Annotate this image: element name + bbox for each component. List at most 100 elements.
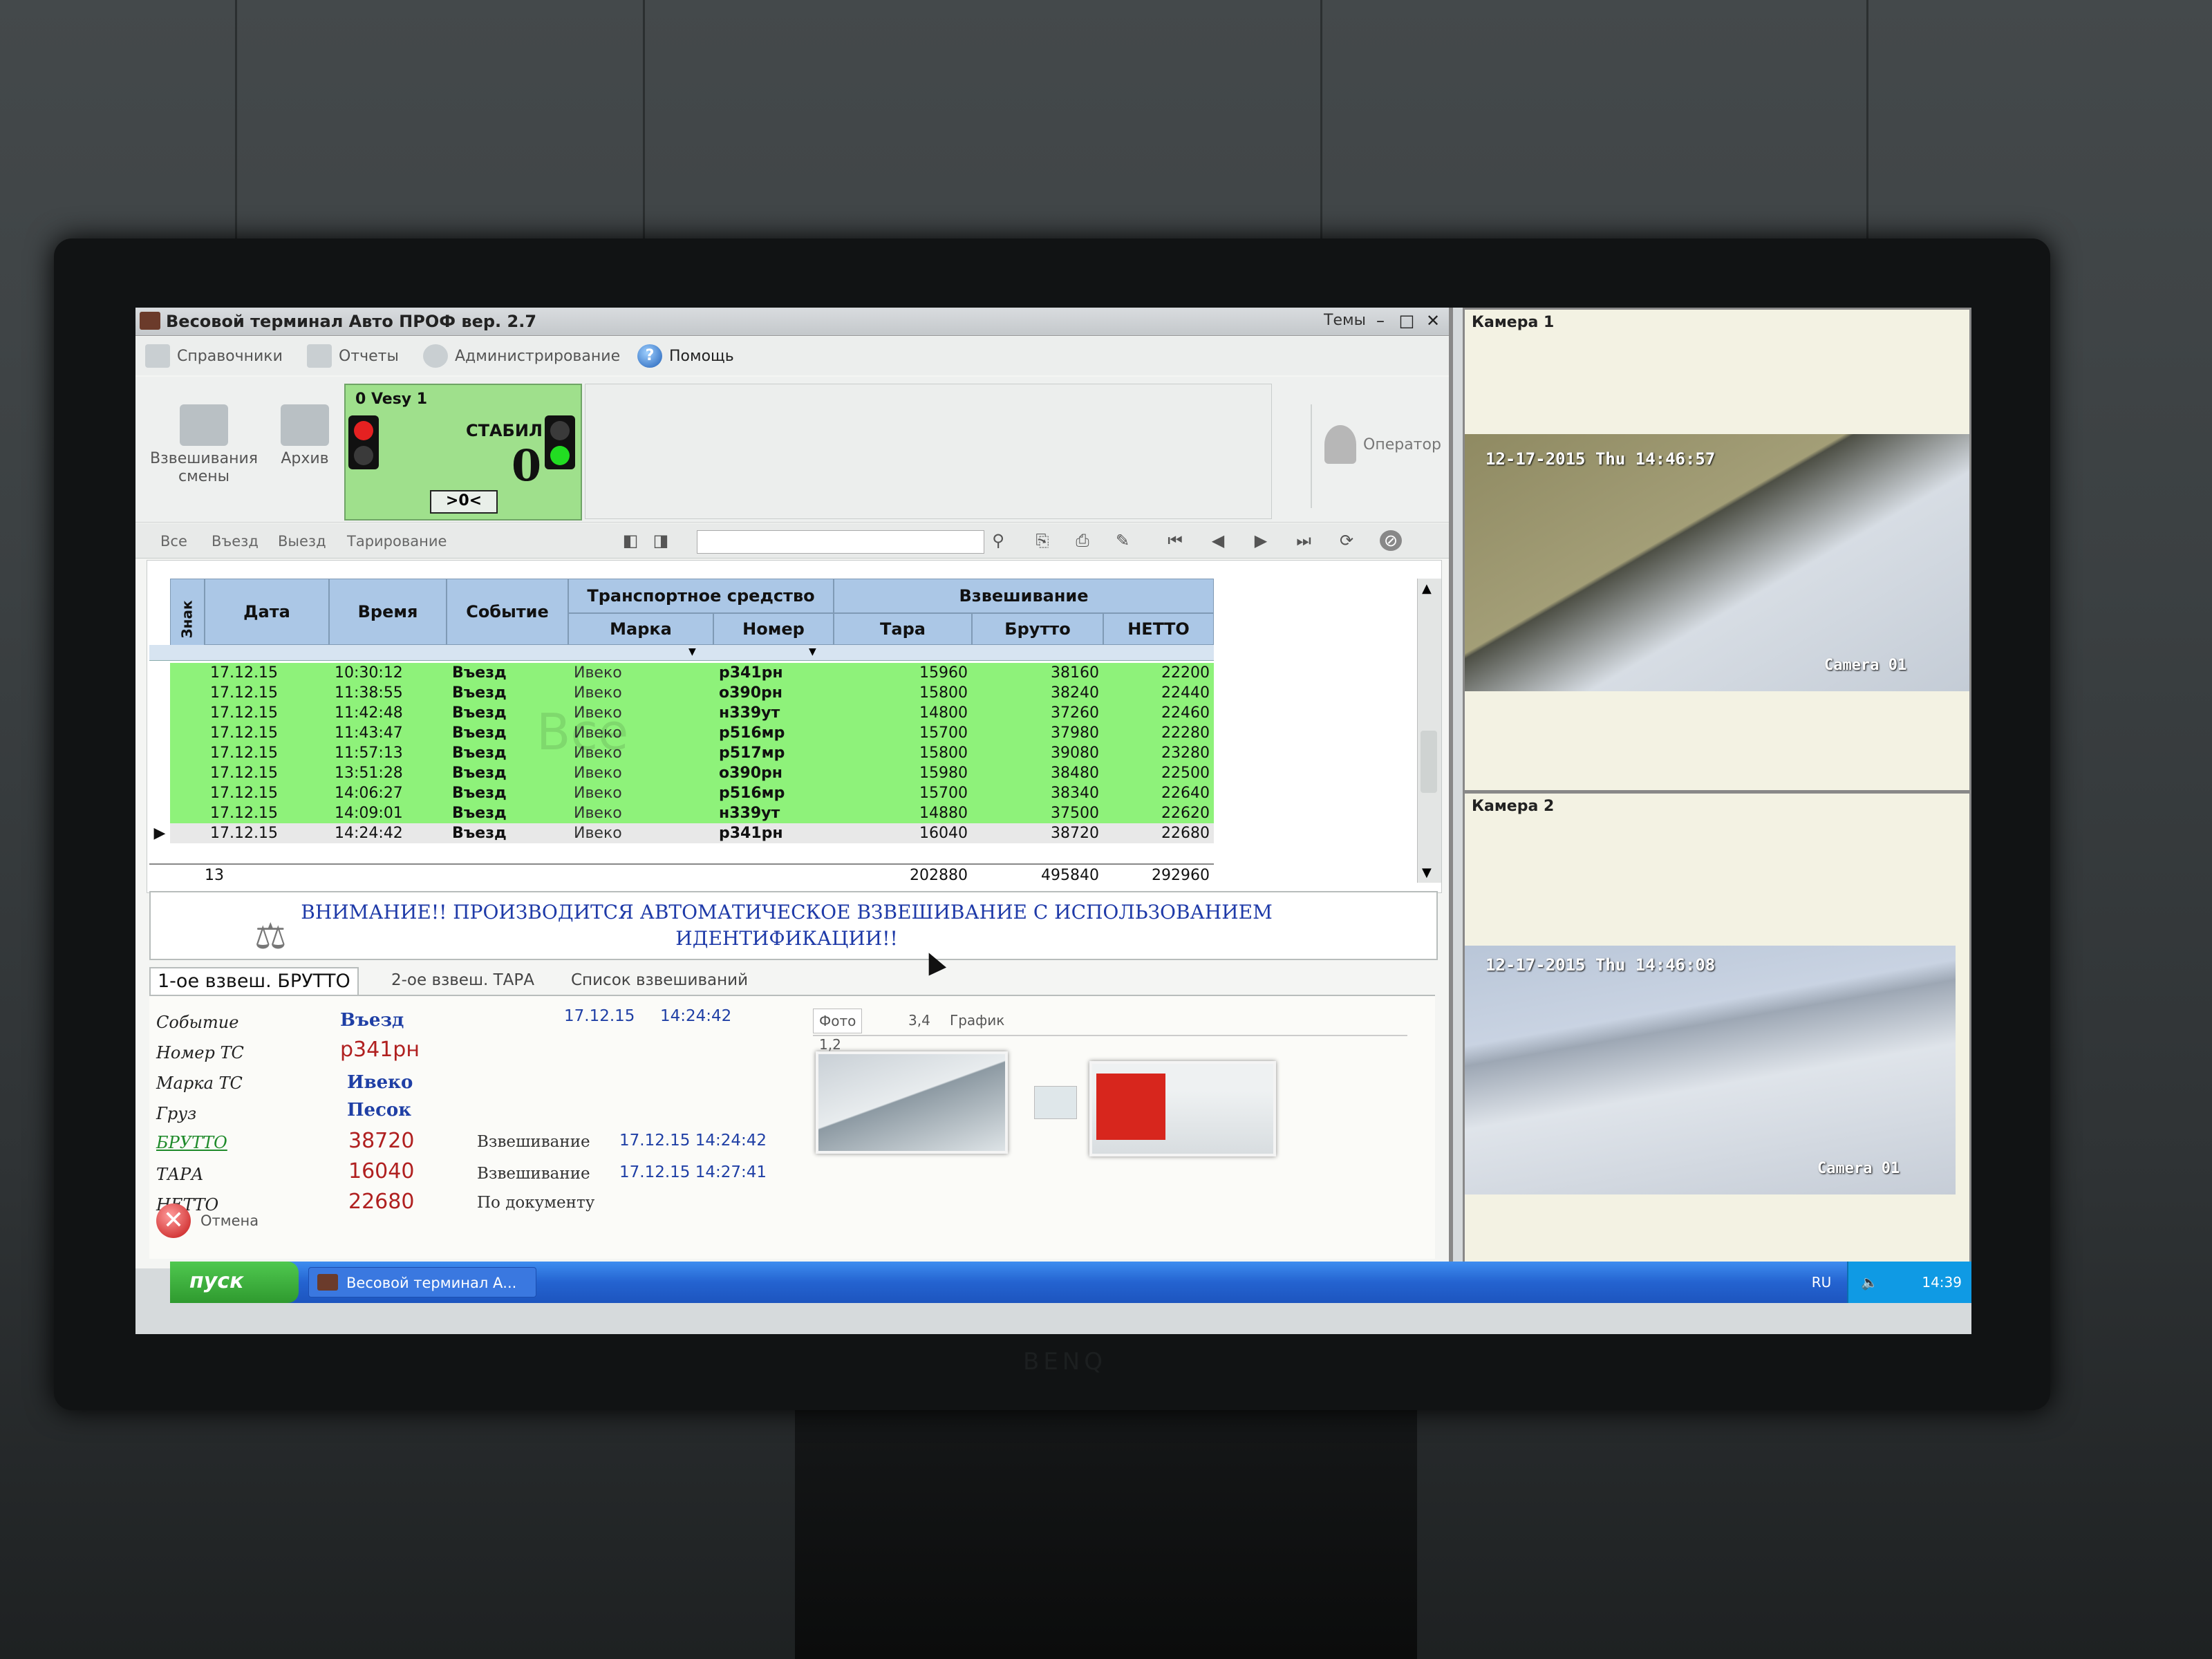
- tab-graph[interactable]: График: [944, 1009, 1010, 1032]
- themes-menu[interactable]: Темы: [1324, 312, 1366, 329]
- filter-row: ▼ ▼: [149, 645, 1214, 661]
- tab-second-tare[interactable]: 2-ое взвеш. ТАРА: [384, 967, 541, 993]
- col-tare-header[interactable]: Тара: [834, 613, 972, 645]
- cell-brand: Ивеко: [574, 684, 622, 702]
- tab-first-gross[interactable]: 1-ое взвеш. БРУТТО: [149, 967, 359, 995]
- row-selector[interactable]: [149, 683, 170, 703]
- grid-watermark: Все: [536, 703, 629, 761]
- scroll-thumb[interactable]: [1421, 731, 1437, 793]
- close-button[interactable]: ✕: [1423, 310, 1443, 331]
- print-icon[interactable]: ⎙: [1071, 530, 1094, 551]
- row-selector[interactable]: [149, 723, 170, 743]
- col-net-header[interactable]: НЕТТО: [1103, 613, 1214, 645]
- search-input[interactable]: [697, 530, 984, 554]
- scroll-up-icon[interactable]: ▲: [1422, 581, 1432, 596]
- prev-record-icon[interactable]: ◀: [1207, 530, 1229, 551]
- search-icon[interactable]: ⚲: [987, 530, 1009, 551]
- first-record-icon[interactable]: ⏮: [1164, 530, 1186, 551]
- last-record-icon[interactable]: ⏭: [1293, 530, 1315, 551]
- off-lamp-icon: [550, 421, 570, 440]
- off-lamp-icon: [354, 446, 373, 465]
- archive-button[interactable]: Архив: [274, 404, 336, 468]
- photo-thumbnail-camera1[interactable]: [816, 1051, 1008, 1154]
- red-lamp-icon: [354, 421, 373, 440]
- shift-weighings-button[interactable]: Взвешивания смены: [145, 404, 263, 486]
- menu-directories[interactable]: Справочники: [145, 344, 283, 368]
- brand-label: Марка ТС: [156, 1074, 243, 1093]
- table-row[interactable]: 17.12.15 13:51:28 Въезд Ивеко о390рн 15980 384…: [149, 763, 1214, 783]
- row-selector[interactable]: [149, 783, 170, 803]
- table-row[interactable]: 17.12.15 11:43:47 Въезд Ивеко р516мр 15700 379…: [149, 723, 1214, 743]
- minimize-button[interactable]: –: [1370, 310, 1391, 331]
- table-row[interactable]: 17.12.15 11:57:13 Въезд Ивеко р517мр 15800 390…: [149, 743, 1214, 763]
- col-number-header[interactable]: Номер: [713, 613, 834, 645]
- scale-weight: 0: [512, 440, 542, 491]
- taskbar-app-button[interactable]: Весовой терминал А...: [308, 1267, 536, 1297]
- row-selector[interactable]: [149, 763, 170, 783]
- cancel-button[interactable]: ✕ Отмена: [156, 1203, 259, 1238]
- filter-tab-taring[interactable]: Тарирование: [347, 533, 447, 550]
- language-indicator[interactable]: RU: [1807, 1273, 1836, 1292]
- grid-scrollbar[interactable]: ▲ ▼: [1417, 579, 1441, 883]
- scale-status: СТАБИЛ: [466, 421, 543, 440]
- table-row[interactable]: 17.12.15 11:42:48 Въезд Ивеко н339ут 14800 372…: [149, 703, 1214, 723]
- cell-event: Въезд: [452, 785, 507, 802]
- cell-date: 17.12.15: [210, 664, 278, 682]
- start-button[interactable]: пуск: [170, 1262, 299, 1303]
- row-selector[interactable]: [149, 743, 170, 763]
- photo-thumbnail-camera2[interactable]: [1089, 1061, 1276, 1156]
- col-brand-header[interactable]: Марка: [568, 613, 713, 645]
- row-selector[interactable]: [149, 663, 170, 683]
- volume-icon[interactable]: 🔈: [1861, 1262, 1878, 1303]
- clock[interactable]: 14:39: [1922, 1274, 1962, 1291]
- col-event-header[interactable]: Событие: [447, 579, 568, 645]
- tab-weighing-list[interactable]: Список взвешиваний: [564, 967, 755, 993]
- col-gross-header[interactable]: Брутто: [972, 613, 1103, 645]
- monitor-stand: [795, 1410, 1417, 1659]
- maximize-button[interactable]: □: [1396, 310, 1417, 331]
- next-record-icon[interactable]: ▶: [1250, 530, 1272, 551]
- prev-page-icon[interactable]: ◧: [619, 530, 641, 551]
- cell-time: 11:43:47: [335, 724, 403, 742]
- brand-filter-dropdown-icon[interactable]: ▼: [688, 646, 696, 657]
- filter-tab-exit[interactable]: Выезд: [278, 533, 326, 550]
- zero-button[interactable]: >0<: [430, 490, 498, 514]
- menu-administration[interactable]: Администрирование: [423, 344, 620, 368]
- table-row[interactable]: 17.12.15 14:09:01 Въезд Ивеко н339ут 14880 375…: [149, 803, 1214, 823]
- row-selector[interactable]: [149, 803, 170, 823]
- archive-label: Архив: [281, 450, 329, 467]
- cancel-filter-icon[interactable]: ⊘: [1380, 530, 1402, 551]
- table-row[interactable]: 17.12.15 14:06:27 Въезд Ивеко р516мр 15700 383…: [149, 783, 1214, 803]
- cell-date: 17.12.15: [210, 765, 278, 782]
- menu-reports[interactable]: Отчеты: [307, 344, 399, 368]
- cell-tare: 15700: [919, 785, 968, 802]
- weighings-grid: Знак Дата Время Событие Транспортное сре…: [149, 579, 1214, 887]
- row-selector[interactable]: [149, 703, 170, 723]
- table-row[interactable]: 17.12.15 11:38:55 Въезд Ивеко о390рн 15800 382…: [149, 683, 1214, 703]
- filter-bar: Все Въезд Выезд Тарирование ◧ ◨ ⚲ ⎘ ⎙ ✎ …: [135, 523, 1449, 559]
- refresh-icon[interactable]: ⟳: [1335, 530, 1358, 551]
- cell-event: Въезд: [452, 684, 507, 702]
- col-date-header[interactable]: Дата: [205, 579, 329, 645]
- filter-tab-all[interactable]: Все: [160, 533, 187, 550]
- next-page-icon[interactable]: ◨: [650, 530, 672, 551]
- camera-2-feed[interactable]: 12-17-2015 Thu 14:46:08 Camera 01: [1465, 946, 1956, 1194]
- edit-icon[interactable]: ✎: [1112, 530, 1134, 551]
- scroll-down-icon[interactable]: ▼: [1422, 865, 1432, 880]
- table-row[interactable]: ▶ 17.12.15 14:24:42 Въезд Ивеко р341рн 16040 38…: [149, 823, 1214, 843]
- camera-1-feed[interactable]: 12-17-2015 Thu 14:46:57 Camera 01: [1465, 434, 1969, 691]
- operator-button[interactable]: Оператор: [1324, 425, 1441, 464]
- cell-event: Въезд: [452, 765, 507, 782]
- number-filter-dropdown-icon[interactable]: ▼: [809, 646, 816, 657]
- filter-tab-entry[interactable]: Въезд: [212, 533, 259, 550]
- user-icon: [1324, 425, 1356, 464]
- tab-photo-3-4[interactable]: 3,4: [903, 1009, 936, 1032]
- current-row-pointer-icon[interactable]: ▶: [149, 823, 170, 843]
- gross-link[interactable]: БРУТТО: [156, 1133, 227, 1152]
- cell-tare: 15800: [919, 684, 968, 702]
- tab-photo-1-2[interactable]: Фото 1,2: [813, 1009, 863, 1053]
- table-row[interactable]: 17.12.15 10:30:12 Въезд Ивеко р341рн 15960 381…: [149, 663, 1214, 683]
- menu-help[interactable]: ? Помощь: [637, 344, 734, 368]
- col-time-header[interactable]: Время: [329, 579, 447, 645]
- export-icon[interactable]: ⎘: [1031, 530, 1053, 551]
